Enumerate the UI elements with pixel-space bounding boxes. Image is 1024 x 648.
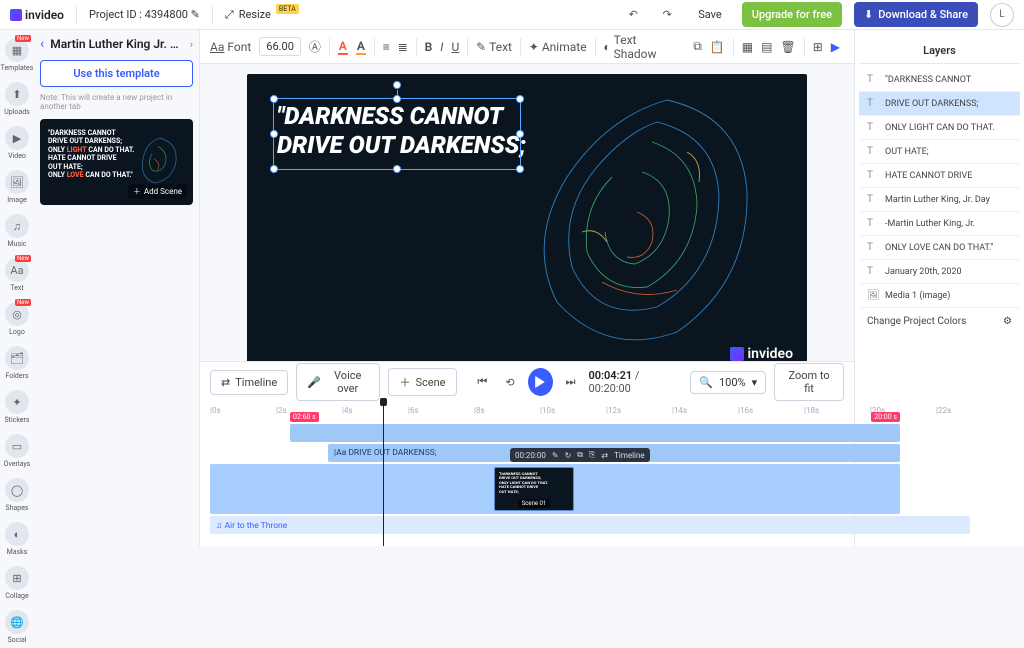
bring-front-button[interactable]: ▦	[742, 40, 753, 54]
add-scene-button[interactable]: ＋ Add Scene	[128, 184, 187, 199]
text-color-button[interactable]: A	[338, 39, 348, 55]
upgrade-button[interactable]: Upgrade for free	[742, 2, 842, 27]
zoom-select[interactable]: 🔍 100% ▾	[690, 371, 766, 394]
timeline-mode-button[interactable]: ⇄ Timeline	[210, 370, 288, 395]
rail-masks[interactable]: ◐Masks	[0, 518, 34, 560]
font-size-input[interactable]: 66.00	[259, 37, 301, 56]
underline-button[interactable]: U	[451, 40, 459, 54]
layer-item[interactable]: TMartin Luther King, Jr. Day	[859, 188, 1020, 212]
text-track[interactable]: 02:60 s 20:00 s	[290, 424, 900, 442]
undo-button[interactable]: ↶	[622, 4, 644, 26]
change-colors-button[interactable]: Change Project Colors⚙	[859, 308, 1020, 335]
align-center-button[interactable]: ≣	[398, 40, 408, 54]
canvas[interactable]: "DARKNESS CANNOT DRIVE OUT DARKENSS; inv…	[247, 74, 807, 361]
layer-item[interactable]: 🖼Media 1 (image)	[859, 284, 1020, 308]
layer-item[interactable]: TDRIVE OUT DARKENSS;	[859, 92, 1020, 116]
layer-item[interactable]: T"DARKNESS CANNOT	[859, 68, 1020, 92]
timeline: ⇄ Timeline 🎤 Voice over ＋ Scene ⏮ ⟲ ⏭ 00…	[200, 361, 854, 546]
paste-button[interactable]: 📋	[710, 40, 725, 54]
project-id[interactable]: Project ID : 4394800 ✎	[89, 8, 200, 21]
out-tag[interactable]: 20:00 s	[871, 412, 900, 422]
selection-box[interactable]	[273, 98, 521, 170]
case-button[interactable]: Ⓐ	[309, 38, 321, 55]
copy-button[interactable]: ⧉	[693, 39, 702, 54]
rail-uploads[interactable]: ⬆Uploads	[0, 78, 34, 120]
template-thumbnail[interactable]: "DARKNESS CANNOTDRIVE OUT DARKENSS;ONLY …	[40, 119, 193, 205]
play-button[interactable]	[528, 368, 553, 396]
topbar: invideo Project ID : 4394800 ✎ ⤢ ResizeB…	[0, 0, 1024, 30]
scene-toolbar[interactable]: 00:20:00✎↻⧉⎘⇄ Timeline	[510, 448, 650, 462]
layer-item[interactable]: TONLY LOVE CAN DO THAT."	[859, 236, 1020, 260]
rail-image[interactable]: 🖼Image	[0, 166, 34, 208]
rail-logo[interactable]: ◎LogoNew	[0, 298, 34, 340]
rail-collage[interactable]: ⊞Collage	[0, 562, 34, 604]
voiceover-button[interactable]: 🎤 Voice over	[296, 363, 380, 401]
rail-overlays[interactable]: ▭Overlays	[0, 430, 34, 472]
rail-text[interactable]: AaTextNew	[0, 254, 34, 296]
animate-button[interactable]: ✦ Animate	[529, 40, 587, 54]
highlight-color-button[interactable]: A	[356, 39, 366, 55]
template-panel: ‹ Martin Luther King Jr. Day ... › Use t…	[34, 30, 200, 546]
bold-button[interactable]: B	[425, 40, 433, 54]
template-note: Note: This will create a new project in …	[40, 93, 193, 111]
next-button[interactable]: ⏭	[561, 371, 581, 393]
rail-video[interactable]: ▶Video	[0, 122, 34, 164]
layer-item[interactable]: TONLY LIGHT CAN DO THAT.	[859, 116, 1020, 140]
rail-folders[interactable]: 🗂Folders	[0, 342, 34, 384]
rail-stickers[interactable]: ✦Stickers	[0, 386, 34, 428]
replay-button[interactable]: ⟲	[500, 371, 520, 393]
download-button[interactable]: ⬇ Download & Share	[854, 2, 978, 27]
layers-title: Layers	[859, 38, 1020, 64]
grid-button[interactable]: ⊞	[813, 40, 823, 54]
layer-item[interactable]: THATE CANNOT DRIVE	[859, 164, 1020, 188]
rotate-handle[interactable]	[393, 81, 401, 89]
save-button[interactable]: Save	[690, 4, 730, 25]
rail-music[interactable]: ♫Music	[0, 210, 34, 252]
text-toolbar: Aa Font 66.00 Ⓐ A A ≡ ≣ B I U ✎ Text ✦ A…	[200, 30, 854, 64]
in-tag[interactable]: 02:60 s	[290, 412, 319, 422]
next-template[interactable]: ›	[190, 38, 193, 51]
font-button[interactable]: Aa Font	[210, 40, 251, 54]
watermark: invideo	[730, 346, 793, 361]
use-template-button[interactable]: Use this template	[40, 60, 193, 87]
scene-thumbnail[interactable]: "DARKNESS CANNOTDRIVE OUT DARKENSS;ONLY …	[494, 467, 574, 511]
playhead[interactable]	[383, 402, 384, 546]
scene-track[interactable]: 00:20:00✎↻⧉⎘⇄ Timeline "DARKNESS CANNOTD…	[210, 464, 900, 514]
italic-button[interactable]: I	[440, 40, 443, 54]
layer-item[interactable]: T-Martin Luther King, Jr.	[859, 212, 1020, 236]
user-avatar[interactable]: L	[990, 3, 1014, 27]
prev-button[interactable]: ⏮	[473, 371, 493, 393]
delete-button[interactable]: 🗑	[780, 40, 795, 54]
template-title: Martin Luther King Jr. Day ...	[50, 37, 183, 51]
brand-logo[interactable]: invideo	[10, 8, 64, 22]
back-button[interactable]: ‹	[40, 36, 44, 52]
align-left-button[interactable]: ≡	[383, 40, 390, 54]
left-rail: ▦TemplatesNew⬆Uploads▶Video🖼Image♫MusicA…	[0, 30, 34, 546]
play-preview-button[interactable]: ▶	[831, 40, 840, 54]
rail-social[interactable]: 🌐Social	[0, 606, 34, 648]
layer-item[interactable]: TJanuary 20th, 2020	[859, 260, 1020, 284]
text-shadow-button[interactable]: ◐ Text Shadow	[603, 33, 669, 61]
add-scene-button-tl[interactable]: ＋ Scene	[388, 368, 456, 396]
layer-item[interactable]: TOUT HATE;	[859, 140, 1020, 164]
rail-shapes[interactable]: ◯Shapes	[0, 474, 34, 516]
rail-templates[interactable]: ▦TemplatesNew	[0, 34, 34, 76]
redo-button[interactable]: ↷	[656, 4, 678, 26]
send-back-button[interactable]: ▤	[761, 40, 772, 54]
zoom-fit-button[interactable]: Zoom to fit	[774, 363, 844, 401]
edit-text-button[interactable]: ✎ Text	[476, 40, 512, 54]
timecode: 00:04:21 / 00:20:00	[588, 369, 674, 395]
resize-button[interactable]: ⤢ ResizeBETA	[225, 8, 299, 22]
audio-track[interactable]: ♫ Air to the Throne	[210, 516, 970, 534]
